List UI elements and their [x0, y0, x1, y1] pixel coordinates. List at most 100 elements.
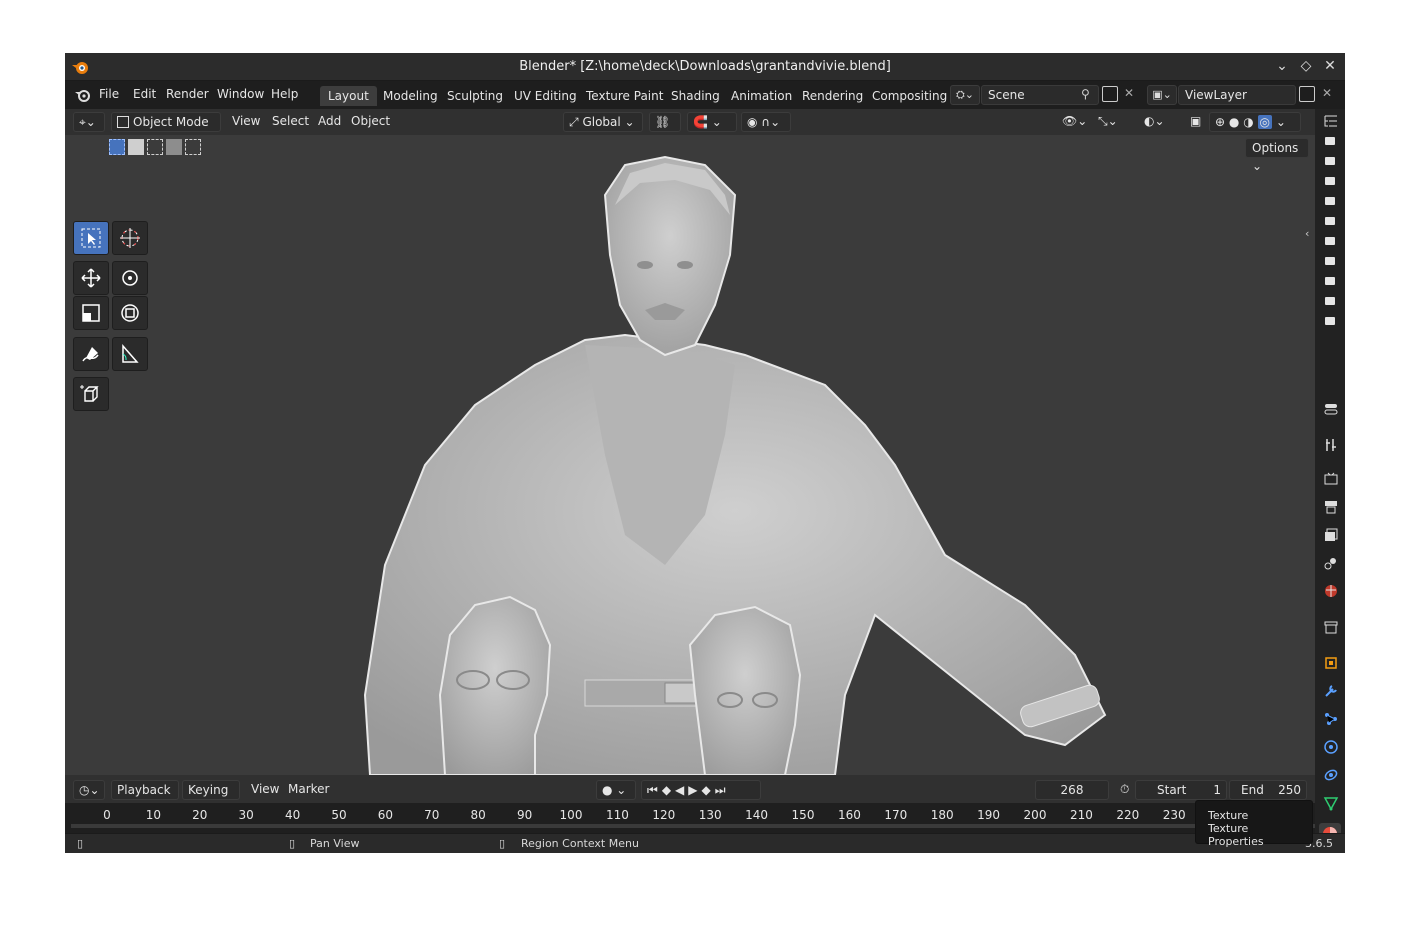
proportional-edit-icon[interactable]: ◉ ∩⌄ [741, 112, 791, 132]
menu-select[interactable]: Select [267, 112, 314, 132]
editor-type-icon[interactable]: ⌖⌄ [73, 112, 105, 132]
prev-keyframe-icon[interactable]: ◆ [662, 783, 675, 797]
blender-window: Blender* [Z:\home\deck\Downloads\grantan… [65, 53, 1345, 853]
wireframe-icon[interactable]: ⊕ [1215, 115, 1225, 129]
mouse-middle-icon: ▯ [289, 837, 296, 850]
delete-view-layer-icon[interactable]: ✕ [1322, 86, 1332, 100]
timeline-editor-type-icon[interactable]: ◷⌄ [73, 780, 105, 800]
menu-object[interactable]: Object [346, 112, 395, 132]
menu-view[interactable]: View [227, 112, 265, 132]
active-tool-icon[interactable] [1323, 437, 1339, 453]
tab-modeling[interactable]: Modeling [375, 86, 446, 106]
chevron-down-icon[interactable]: ⌄ [1275, 57, 1289, 75]
auto-keying-icon[interactable]: ● ⌄ [596, 780, 636, 800]
mode-label: Object Mode [133, 115, 209, 129]
diamond-icon[interactable]: ◇ [1299, 57, 1313, 75]
collection-properties-icon[interactable] [1323, 619, 1339, 635]
status-pan-view: Pan View [310, 837, 360, 850]
ruler-tick: 190 [977, 808, 1001, 822]
annotate-tool[interactable] [73, 337, 109, 371]
menu-render[interactable]: Render [166, 87, 209, 101]
mode-dropdown[interactable]: Object Mode ⌄ [111, 112, 221, 147]
menu-timeline-view[interactable]: View [246, 780, 284, 800]
visibility-icon[interactable]: 👁⌄ [1057, 112, 1092, 132]
jump-end-icon[interactable]: ⏭ [715, 783, 730, 797]
scene-selector-icon[interactable]: ⛭⌄ [950, 85, 980, 105]
render-properties-icon[interactable] [1323, 471, 1339, 487]
timeline-ruler[interactable]: 0 10 20 30 40 50 60 70 80 90 100 110 120 130 140 150 160… [65, 803, 1315, 833]
measure-tool[interactable] [112, 337, 148, 371]
play-reverse-icon[interactable]: ◀ [675, 783, 688, 797]
menu-edit[interactable]: Edit [133, 87, 156, 101]
timeline-scrollbar[interactable] [71, 824, 1315, 828]
3d-viewport[interactable]: Options ⌄ ‹ [65, 135, 1315, 775]
tab-sculpting[interactable]: Sculpting [439, 86, 511, 106]
tab-animation[interactable]: Animation [723, 86, 800, 106]
menu-help[interactable]: Help [271, 87, 298, 101]
menu-add[interactable]: Add [313, 112, 346, 132]
gizmo-icon[interactable]: ⤡⌄ [1093, 112, 1123, 132]
transform-tool[interactable] [112, 296, 148, 330]
scale-tool[interactable] [73, 296, 109, 330]
mouse-left-icon: ▯ [77, 837, 84, 850]
play-icon[interactable]: ▶ [688, 783, 701, 797]
view-layer-selector-icon[interactable]: ▣⌄ [1147, 85, 1177, 105]
rendered-icon[interactable]: ◎ [1257, 115, 1272, 129]
ruler-tick: 70 [424, 808, 440, 822]
select-box-tool[interactable] [73, 221, 109, 255]
cursor-tool[interactable] [112, 221, 148, 255]
object-properties-icon[interactable] [1323, 655, 1339, 671]
next-keyframe-icon[interactable]: ◆ [702, 783, 715, 797]
view-layer-properties-icon[interactable] [1323, 527, 1339, 543]
current-frame-field[interactable]: 268 [1035, 780, 1109, 800]
output-properties-icon[interactable] [1323, 499, 1339, 515]
rotate-tool[interactable] [112, 261, 148, 295]
modifier-properties-icon[interactable] [1323, 683, 1339, 699]
tab-shading[interactable]: Shading [663, 86, 728, 106]
ruler-tick: 100 [559, 808, 583, 822]
menu-keying[interactable]: Keying ⌄ [182, 780, 240, 815]
view-layer-field[interactable]: ViewLayer [1178, 85, 1296, 105]
rotate-icon [122, 270, 138, 286]
camera-render-toggles[interactable] [1324, 135, 1336, 375]
jump-start-icon[interactable]: ⏮ [647, 783, 662, 797]
delete-scene-icon[interactable]: ✕ [1124, 86, 1134, 100]
ruler-tick: 120 [652, 808, 676, 822]
world-properties-icon[interactable] [1323, 583, 1339, 599]
tab-rendering[interactable]: Rendering [794, 86, 871, 106]
snap-icon[interactable]: 🧲 ⌄ [687, 112, 737, 132]
pivot-icon[interactable]: ⛓⌄ [649, 112, 681, 147]
menu-marker[interactable]: Marker [283, 780, 334, 800]
xray-icon[interactable]: ▣ [1185, 112, 1206, 132]
end-frame-field[interactable]: End 250 [1229, 780, 1307, 800]
stopwatch-icon[interactable]: ⏱ [1115, 780, 1134, 800]
data-properties-icon[interactable] [1323, 795, 1339, 811]
blender-menu-icon[interactable] [75, 87, 91, 106]
menu-playback[interactable]: Playback ⌄ [111, 780, 179, 815]
physics-properties-icon[interactable] [1323, 739, 1339, 755]
start-frame-field[interactable]: Start 1 [1135, 780, 1227, 800]
tab-uv-editing[interactable]: UV Editing [506, 86, 585, 106]
tab-texture-paint[interactable]: Texture Paint [578, 86, 671, 106]
overlays-icon[interactable]: ◐⌄ [1139, 112, 1170, 132]
constraints-properties-icon[interactable] [1323, 767, 1339, 783]
add-cube-tool[interactable] [73, 377, 109, 411]
new-scene-icon[interactable] [1102, 86, 1118, 102]
scene-properties-icon[interactable] [1323, 555, 1339, 571]
close-icon[interactable]: ✕ [1323, 57, 1337, 75]
keying-label: Keying [188, 783, 229, 797]
new-view-layer-icon[interactable] [1299, 86, 1315, 102]
menu-file[interactable]: File [99, 87, 119, 101]
outliner-icon[interactable] [1323, 113, 1339, 129]
tab-layout[interactable]: Layout [320, 86, 377, 106]
solid-icon[interactable]: ● [1229, 115, 1239, 129]
shading-mode-buttons[interactable]: ⊕ ● ◑ ◎ ⌄ [1209, 112, 1301, 132]
move-tool[interactable] [73, 261, 109, 295]
particles-properties-icon[interactable] [1323, 711, 1339, 727]
pin-icon[interactable]: ⚲ [1081, 87, 1090, 101]
tool-properties-icon[interactable] [1323, 401, 1339, 417]
menu-window[interactable]: Window [217, 87, 264, 101]
orientation-dropdown[interactable]: ⤢ Global ⌄ [563, 112, 643, 132]
material-preview-icon[interactable]: ◑ [1243, 115, 1253, 129]
tab-compositing[interactable]: Compositing [864, 86, 955, 106]
